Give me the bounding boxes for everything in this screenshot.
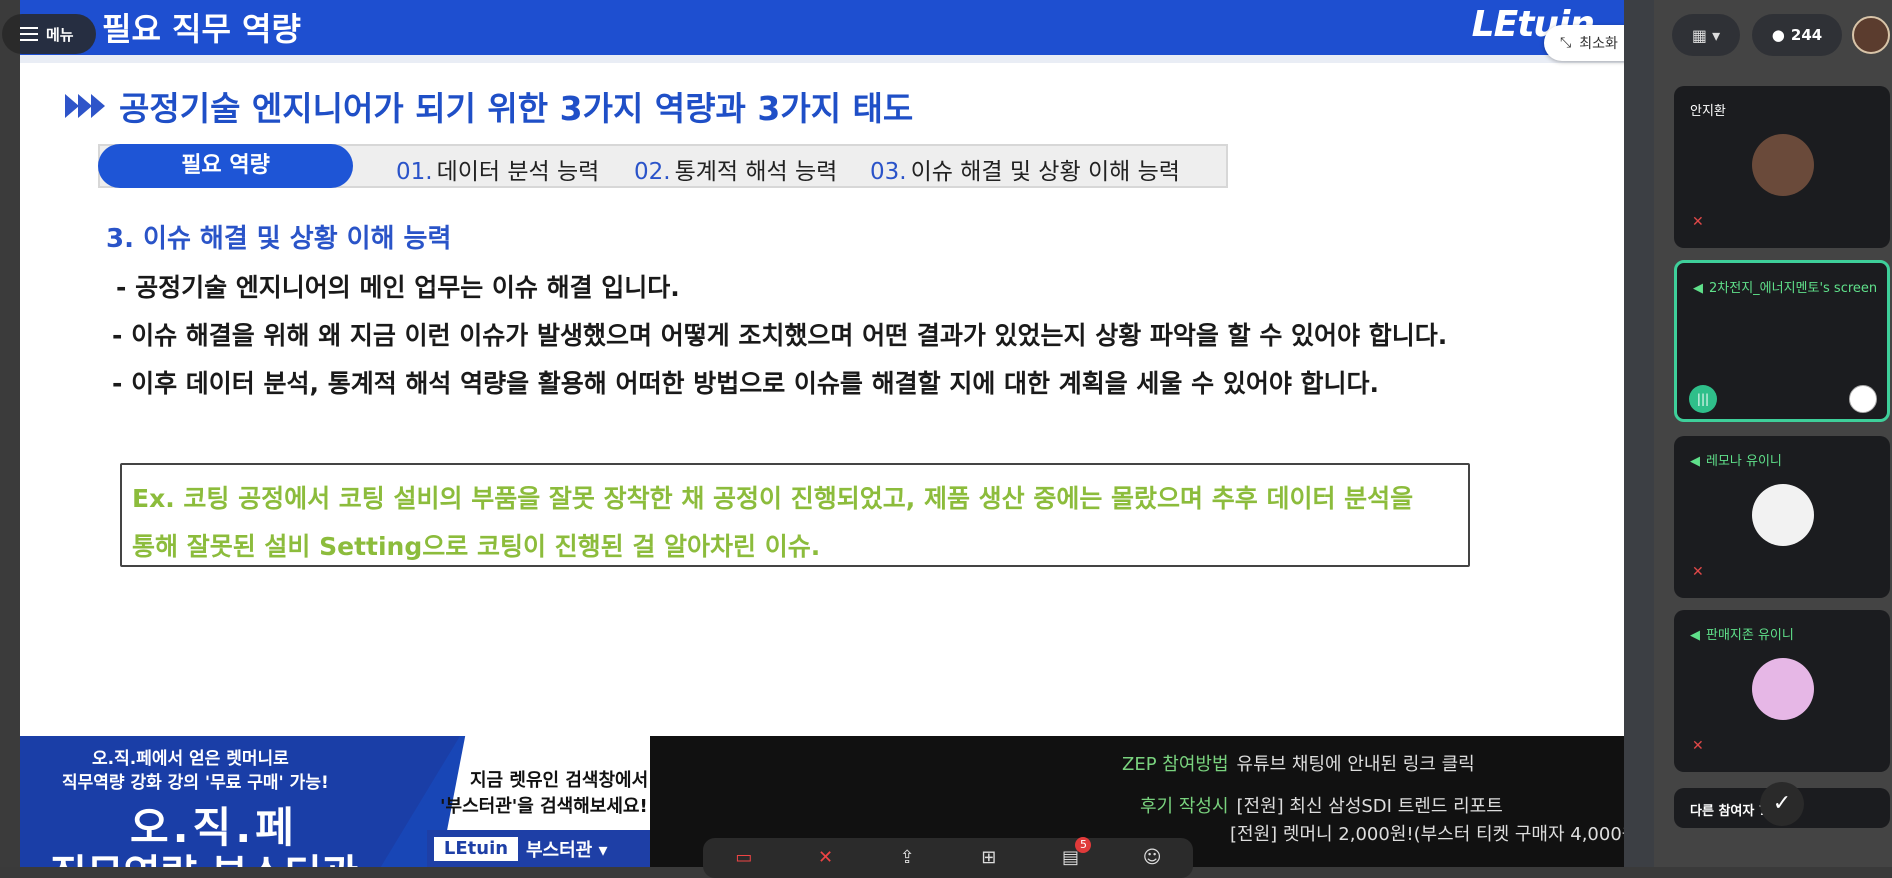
bullet-line: - 공정기술 엔지니어의 메인 업무는 이슈 해결 입니다.: [116, 273, 680, 302]
avatar: [1752, 484, 1814, 546]
screen: 필요 직무 역량 LEtuin 공정기술 엔지니어가 되기 위한 3가지 역량과…: [0, 0, 1892, 878]
booster-label: 부스터관 ▾: [526, 840, 608, 861]
tab-required-competency: 필요 역량: [98, 144, 353, 188]
participant-name: ◀ 레모나 유이니: [1690, 450, 1782, 469]
tab-label: 통계적 해석 능력: [674, 159, 838, 185]
my-avatar[interactable]: [1852, 16, 1890, 54]
example-line: Ex. 코팅 공정에서 코팅 설비의 부품을 잘못 장착한 채 공정이 진행되었…: [132, 484, 1414, 513]
letuin-logo: LEtuin: [434, 837, 518, 861]
person-icon: ●: [1771, 26, 1785, 44]
avatar: [1752, 134, 1814, 196]
bullet-line: - 이슈 해결을 위해 왜 지금 이런 이슈가 발생했으며 어떻게 조치했으며 …: [112, 321, 1448, 350]
info-value: [전원] 최신 삼성SDI 트렌드 리포트: [1236, 796, 1503, 817]
meeting-toolbar: ▭ ✕ ⇪ ⊞ ▤ 5 ☺: [703, 837, 1193, 878]
participant-name-text: 2차전지_에너지멘토's screen: [1709, 281, 1878, 296]
tab-data-analysis: 01. 데이터 분석 능력: [396, 152, 599, 186]
participant-name: ◀ 2차전지_에너지멘토's screen: [1693, 277, 1877, 296]
tab-num: 02.: [634, 159, 671, 185]
bullet-line: - 이후 데이터 분석, 통계적 해석 역량을 활용해 어떠한 방법으로 이슈를…: [112, 369, 1380, 398]
example-box: Ex. 코팅 공정에서 코팅 설비의 부품을 잘못 장착한 채 공정이 진행되었…: [120, 463, 1470, 567]
info-value: 유튜브 채팅에 안내된 링크 클릭: [1236, 754, 1475, 775]
chat-badge: 5: [1075, 837, 1092, 853]
presentation-slide: 필요 직무 역량 LEtuin 공정기술 엔지니어가 되기 위한 3가지 역량과…: [20, 0, 1624, 736]
layout-icon: ▦ ▾: [1691, 25, 1721, 45]
mic-off-icon[interactable]: ✕: [814, 847, 836, 869]
competency-tabbar: 필요 역량 01. 데이터 분석 능력 02. 통계적 해석 능력 03. 이슈 해결…: [98, 144, 1228, 188]
mic-muted-icon: ✕: [1692, 564, 1704, 580]
participant-count: 244: [1790, 26, 1823, 44]
tab-label: 데이터 분석 능력: [436, 159, 600, 185]
participant-card[interactable]: ◀ 레모나 유이니 ✕: [1674, 436, 1890, 598]
info-row: ZEP 참여방법 유튜브 채팅에 안내된 링크 클릭: [1122, 750, 1475, 776]
participant-name-text: 레모나 유이니: [1706, 454, 1782, 469]
minimize-icon: ⤡: [1560, 35, 1572, 51]
participant-name: 안지환: [1690, 104, 1726, 119]
section-title: 공정기술 엔지니어가 되기 위한 3가지 역량과 3가지 태도: [65, 82, 913, 130]
participant-card-screen[interactable]: ◀ 2차전지_에너지멘토's screen |||: [1674, 260, 1890, 422]
tab-label: 이슈 해결 및 상황 이해 능력: [910, 159, 1180, 185]
participant-card[interactable]: 안지환 ✕: [1674, 86, 1890, 248]
share-screen-icon[interactable]: ⇪: [896, 847, 918, 869]
banner-subtitle: 직무역량 부스터관: [50, 842, 358, 867]
chat-icon[interactable]: ▤ 5: [1059, 837, 1092, 869]
booster-search-pill: LEtuin 부스터관 ▾: [427, 830, 650, 867]
info-key: 후기 작성시: [1140, 796, 1229, 817]
section-title-text: 공정기술 엔지니어가 되기 위한 3가지 역량과 3가지 태도: [119, 89, 914, 128]
speaker-icon: ◀: [1693, 281, 1703, 296]
participant-name: ◀ 판매지존 유이니: [1690, 624, 1794, 643]
banner-right-text1: 지금 렛유인 검색창에서: [470, 770, 649, 791]
hamburger-icon: [20, 27, 38, 41]
tab-issue-solving: 03. 이슈 해결 및 상황 이해 능력: [870, 152, 1180, 186]
layout-button[interactable]: ▦ ▾: [1672, 14, 1740, 56]
info-row: [전원] 렛머니 2,000원!(부스터 티켓 구매자 4,000원): [1230, 820, 1645, 846]
speaker-icon: ◀: [1690, 454, 1700, 469]
banner-right-text2: '부스터관'을 검색해보세요!: [440, 796, 648, 817]
avatar: [1849, 385, 1877, 413]
avatar: [1752, 658, 1814, 720]
audio-wave-icon: |||: [1689, 385, 1717, 413]
promo-banner: 오.직.페에서 얻은 렛머니로 직무역량 강화 강의 '무료 구매' 가능! 오…: [20, 736, 650, 867]
add-icon[interactable]: ⊞: [978, 847, 1000, 869]
participant-name-text: 판매지존 유이니: [1706, 628, 1794, 643]
content-heading: 3. 이슈 해결 및 상황 이해 능력: [106, 224, 452, 254]
tab-num: 01.: [396, 159, 433, 185]
menu-button[interactable]: 메뉴: [2, 14, 96, 54]
slide-header-title: 필요 직무 역량: [102, 10, 301, 48]
header-divider: [20, 55, 1624, 63]
minimize-label: 최소화: [1579, 36, 1618, 52]
mic-muted-icon: ✕: [1692, 738, 1704, 754]
camera-off-icon[interactable]: ▭: [733, 847, 755, 869]
tab-statistics: 02. 통계적 해석 능력: [634, 152, 837, 186]
info-row: 후기 작성시 [전원] 최신 삼성SDI 트렌드 리포트: [1140, 792, 1503, 818]
emoji-icon[interactable]: ☺: [1141, 847, 1163, 869]
chevron-down-icon[interactable]: ✓: [1760, 782, 1804, 826]
example-line: 통해 잘못된 설비 Setting으로 코팅이 진행된 걸 알아차린 이슈.: [132, 532, 821, 561]
mic-muted-icon: ✕: [1692, 214, 1704, 230]
participant-count-button[interactable]: ● 244: [1752, 14, 1842, 56]
chevrons-icon: [65, 92, 111, 120]
slide-header: 필요 직무 역량 LEtuin: [20, 0, 1624, 55]
banner-line1: 오.직.페에서 얻은 렛머니로: [92, 749, 289, 769]
info-value: [전원] 렛머니 2,000원!(부스터 티켓 구매자 4,000원): [1230, 824, 1646, 845]
info-key: ZEP 참여방법: [1122, 754, 1229, 775]
banner-line2: 직무역량 강화 강의 '무료 구매' 가능!: [62, 773, 329, 793]
participant-card[interactable]: ◀ 판매지존 유이니 ✕: [1674, 610, 1890, 772]
menu-label: 메뉴: [46, 25, 74, 44]
speaker-icon: ◀: [1690, 628, 1700, 643]
tab-num: 03.: [870, 159, 907, 185]
